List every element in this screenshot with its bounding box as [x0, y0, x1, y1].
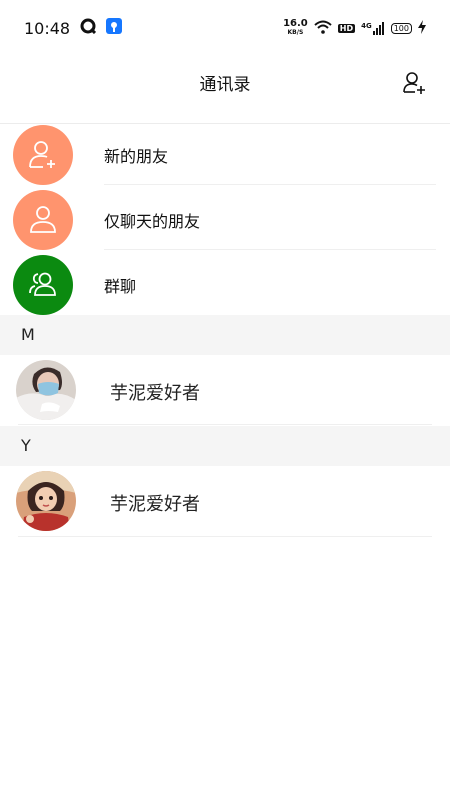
divider — [104, 184, 436, 185]
status-time: 10:48 — [24, 18, 71, 38]
status-bar: 10:48 16.0 KB/S HD 4G 100 — [0, 0, 450, 56]
contact-name: 芋泥爱好者 — [110, 383, 200, 404]
group-chat-icon — [29, 272, 56, 296]
group-chats-avatar — [13, 255, 73, 315]
add-contact-button[interactable] — [402, 70, 428, 96]
net-speed: 16.0 KB/S — [283, 19, 308, 37]
new-friends-label: 新的朋友 — [104, 147, 169, 166]
group-chats-label: 群聊 — [104, 277, 137, 296]
masked-person-avatar — [16, 360, 76, 420]
chat-only-friends-avatar — [13, 190, 73, 250]
header: 通讯录 — [0, 56, 450, 124]
q-app-icon — [80, 18, 97, 38]
divider — [18, 424, 432, 425]
charging-icon — [418, 19, 426, 37]
contact-name: 芋泥爱好者 — [110, 494, 200, 515]
blue-app-icon — [106, 18, 123, 38]
net-speed-value: 16.0 — [283, 18, 308, 29]
add-contact-icon — [403, 72, 425, 94]
chat-only-friend-icon — [30, 206, 56, 233]
group-chats-row[interactable]: 群聊 — [0, 255, 450, 320]
page-title: 通讯录 — [199, 75, 251, 95]
section-header-y: Y — [0, 426, 450, 466]
net-speed-unit: KB/S — [287, 29, 304, 36]
contact-row[interactable]: 芋泥爱好者 — [0, 355, 450, 425]
new-friends-row[interactable]: 新的朋友 — [0, 125, 450, 190]
chat-only-friends-label: 仅聊天的朋友 — [104, 212, 201, 231]
cartoon-girl-avatar — [16, 471, 76, 531]
add-friend-icon — [29, 141, 55, 168]
signal-icon: 4G — [361, 21, 385, 35]
chat-only-friends-row[interactable]: 仅聊天的朋友 — [0, 190, 450, 255]
hd-badge: HD — [337, 23, 356, 33]
new-friends-avatar — [13, 125, 73, 185]
contact-row[interactable]: 芋泥爱好者 — [0, 466, 450, 537]
battery-indicator: 100 — [390, 22, 412, 34]
wifi-icon — [314, 20, 332, 37]
divider — [104, 249, 436, 250]
divider — [18, 536, 432, 537]
section-header-m: M — [0, 315, 450, 355]
signal-label: 4G — [361, 21, 372, 30]
